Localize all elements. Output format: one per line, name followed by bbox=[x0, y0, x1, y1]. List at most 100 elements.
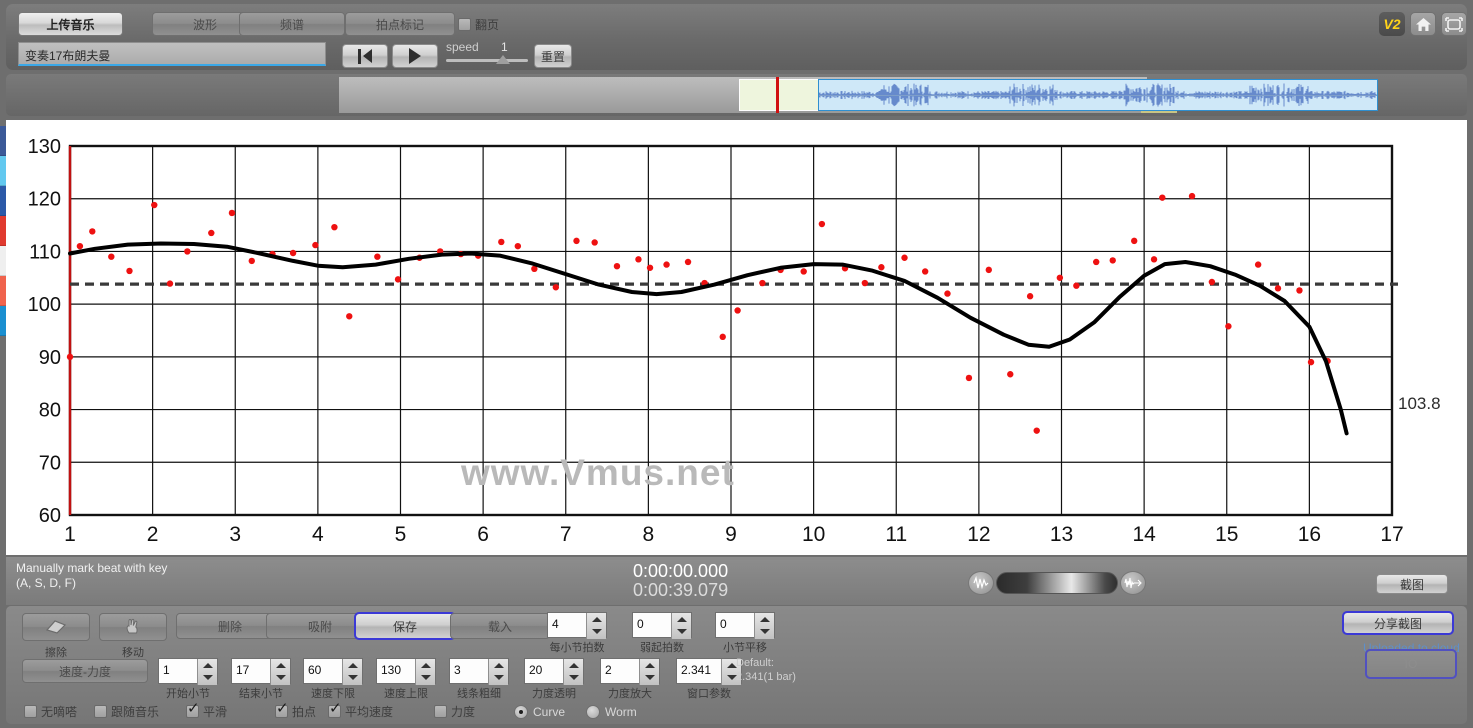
dynamics-scale-arrows[interactable] bbox=[639, 659, 659, 685]
beat-marker-button[interactable]: 拍点标记 bbox=[345, 12, 455, 36]
v2-badge-icon[interactable]: V2 bbox=[1379, 12, 1405, 36]
dynamics-opacity-value: 20 bbox=[529, 663, 543, 677]
waveform-sharp-icon[interactable] bbox=[1120, 571, 1146, 595]
waveform-selection-window[interactable] bbox=[739, 79, 1177, 113]
svg-text:90: 90 bbox=[39, 347, 61, 369]
worm-group: Worm bbox=[586, 703, 637, 721]
average-tempo-label: 103.8 bbox=[1398, 394, 1441, 413]
fullscreen-icon[interactable] bbox=[1441, 12, 1467, 36]
share-screenshot-button[interactable]: 分享截图 bbox=[1342, 611, 1454, 635]
rewind-button[interactable] bbox=[342, 44, 388, 68]
beat-checkbox[interactable] bbox=[275, 701, 289, 719]
line-thickness-spinner[interactable]: 3 bbox=[449, 658, 509, 685]
speed-lower-caption: 速度下限 bbox=[311, 688, 355, 700]
keyboard-hint-line1: Manually mark beat with key bbox=[16, 561, 168, 575]
dynamics-checkbox[interactable] bbox=[434, 705, 447, 719]
follow-music-checkbox[interactable] bbox=[94, 705, 107, 719]
top-toolbar: 上传音乐 波形 频谱 拍点标记 翻页 变奏17布朗夫曼 speed 1 重置 V… bbox=[6, 4, 1467, 70]
speed-upper-arrows[interactable] bbox=[415, 659, 435, 685]
speed-upper-caption: 速度上限 bbox=[384, 688, 428, 700]
svg-text:12: 12 bbox=[967, 523, 990, 546]
speed-slider-knob[interactable] bbox=[496, 55, 510, 64]
svg-text:80: 80 bbox=[39, 400, 61, 422]
tempo-chart-panel[interactable]: 60 70 80 90 100 110 120 130 1 2 3 4 5 6 7 8 9 10 11 12 13 14 1… bbox=[6, 120, 1467, 555]
end-bar-arrows[interactable] bbox=[270, 659, 290, 685]
no-tick-checkbox[interactable] bbox=[24, 705, 37, 719]
load-button[interactable]: 载入 bbox=[450, 613, 550, 639]
upload-music-button[interactable]: 上传音乐 bbox=[18, 12, 123, 36]
waveform-overview-bar[interactable] bbox=[6, 74, 1467, 116]
svg-text:100: 100 bbox=[28, 294, 61, 316]
erase-tool-button[interactable] bbox=[22, 613, 90, 641]
page-turn-label: 翻页 bbox=[475, 18, 500, 33]
move-tool-button[interactable] bbox=[99, 613, 167, 641]
pickup-beats-spinner[interactable]: 0 bbox=[632, 612, 692, 639]
window-param-spinner[interactable]: 2.341 bbox=[676, 658, 742, 685]
avg-speed-checkbox[interactable] bbox=[328, 701, 342, 719]
end-bar-spinner[interactable]: 17 bbox=[231, 658, 291, 685]
no-tick-label: 无嘀嗒 bbox=[41, 705, 78, 720]
waveform-audio-region[interactable] bbox=[818, 79, 1378, 111]
line-thickness-caption: 线条粗细 bbox=[457, 688, 501, 700]
total-time: 0:00:39.079 bbox=[633, 580, 729, 600]
bar-shift-arrows[interactable] bbox=[754, 613, 774, 639]
waveform-sharp-icon-glyph bbox=[1124, 577, 1142, 589]
erase-tool-caption: 擦除 bbox=[45, 647, 67, 659]
end-bar-caption: 结束小节 bbox=[239, 688, 283, 700]
curve-radio[interactable] bbox=[514, 704, 528, 719]
svg-text:60: 60 bbox=[39, 505, 61, 527]
start-bar-spinner[interactable]: 1 bbox=[158, 658, 218, 685]
speed-label: speed bbox=[446, 40, 479, 54]
fullscreen-icon-glyph bbox=[1445, 16, 1463, 32]
speed-slider[interactable] bbox=[446, 55, 528, 64]
svg-text:9: 9 bbox=[725, 523, 737, 546]
svg-text:16: 16 bbox=[1298, 523, 1321, 546]
waveform-centerline bbox=[819, 95, 1377, 96]
tempo-chart-svg[interactable]: 607080901001101201301 2 3 4 5 6 7 8 9 10 11 12 13 14 1… bbox=[6, 120, 1467, 555]
svg-text:15: 15 bbox=[1215, 523, 1238, 546]
bottom-control-panel: 擦除 移动 删除 吸附 保存 载入 速度-力度 4 每小节拍数 0 弱起拍数 0… bbox=[6, 606, 1467, 724]
default-window-note: Default: 2.341(1 bar) bbox=[736, 656, 796, 684]
smooth-checkbox[interactable] bbox=[186, 701, 200, 719]
beats-per-bar-spinner[interactable]: 4 bbox=[547, 612, 607, 639]
keyboard-hint-line2: (A, S, D, F) bbox=[16, 576, 76, 590]
worm-radio[interactable] bbox=[586, 704, 600, 719]
line-thickness-arrows[interactable] bbox=[488, 659, 508, 685]
beats-per-bar-arrows[interactable] bbox=[586, 613, 606, 639]
dynamics-scale-spinner[interactable]: 2 bbox=[600, 658, 660, 685]
window-param-caption: 窗口参数 bbox=[687, 688, 731, 700]
dynamics-opacity-spinner[interactable]: 20 bbox=[524, 658, 584, 685]
move-tool-caption: 移动 bbox=[122, 647, 144, 659]
reset-button[interactable]: 重置 bbox=[534, 44, 572, 68]
svg-text:110: 110 bbox=[29, 241, 61, 263]
svg-text:7: 7 bbox=[560, 523, 572, 546]
waveform-icon[interactable] bbox=[968, 571, 994, 595]
song-title-input[interactable]: 变奏17布朗夫曼 bbox=[18, 42, 326, 66]
page-turn-checkbox[interactable] bbox=[458, 18, 471, 32]
snapshot-button[interactable]: 截图 bbox=[1376, 574, 1448, 594]
waveform-playhead[interactable] bbox=[776, 77, 779, 113]
dynamics-opacity-arrows[interactable] bbox=[563, 659, 583, 685]
speed-lower-spinner[interactable]: 60 bbox=[303, 658, 363, 685]
speed-lower-arrows[interactable] bbox=[342, 659, 362, 685]
io-button[interactable]: IO bbox=[1365, 649, 1457, 679]
save-button[interactable]: 保存 bbox=[354, 612, 456, 640]
pickup-beats-arrows[interactable] bbox=[671, 613, 691, 639]
waveform-icon-glyph bbox=[973, 576, 989, 590]
bar-shift-caption: 小节平移 bbox=[723, 642, 767, 654]
svg-text:13: 13 bbox=[1050, 523, 1073, 546]
current-time: 0:00:00.000 bbox=[633, 561, 729, 581]
speed-upper-value: 130 bbox=[381, 663, 402, 677]
play-button[interactable] bbox=[392, 44, 438, 68]
speed-upper-spinner[interactable]: 130 bbox=[376, 658, 436, 685]
bar-shift-spinner[interactable]: 0 bbox=[715, 612, 775, 639]
svg-text:3: 3 bbox=[229, 523, 241, 546]
home-icon[interactable] bbox=[1410, 12, 1436, 36]
svg-text:11: 11 bbox=[885, 523, 907, 546]
spectrum-button[interactable]: 频谱 bbox=[239, 12, 345, 36]
dynamics-group: 力度 bbox=[434, 703, 475, 721]
start-bar-arrows[interactable] bbox=[197, 659, 217, 685]
tempo-dynamics-button[interactable]: 速度-力度 bbox=[22, 659, 148, 683]
volume-slider[interactable] bbox=[996, 572, 1118, 594]
waveform-track[interactable] bbox=[339, 77, 1378, 113]
